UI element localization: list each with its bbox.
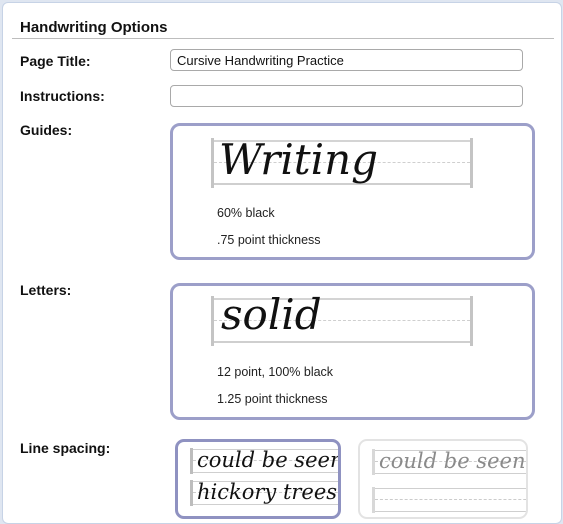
title-divider xyxy=(12,38,554,39)
instructions-label: Instructions: xyxy=(20,88,105,104)
line-spacing-sample-row: could be seen xyxy=(372,449,526,475)
letters-sample-word: solid xyxy=(221,290,322,339)
page-title-label: Page Title: xyxy=(20,53,91,69)
panel-title: Handwriting Options xyxy=(20,19,168,36)
handwriting-options-panel: Handwriting Options Page Title: Instruct… xyxy=(2,2,562,524)
letters-size-color-text: 12 point, 100% black xyxy=(217,365,334,379)
line-spacing-sample-line-1: could be seen xyxy=(197,448,341,472)
line-spacing-sample-row xyxy=(372,487,526,513)
guides-color-text: 60% black xyxy=(217,206,275,220)
letters-thickness-text: 1.25 point thickness xyxy=(217,392,328,406)
letters-label: Letters: xyxy=(20,282,72,298)
letters-option-card[interactable]: solid 12 point, 100% black 1.25 point th… xyxy=(170,283,535,420)
line-spacing-sample-row: could be seen xyxy=(190,448,341,474)
guides-option-card[interactable]: Writing 60% black .75 point thickness xyxy=(170,123,535,260)
line-spacing-sample-line-2: hickory trees xyxy=(197,480,338,504)
line-spacing-sample-row: hickory trees xyxy=(190,480,338,506)
line-spacing-option-wide[interactable]: could be seen xyxy=(358,439,528,519)
instructions-input[interactable] xyxy=(170,85,523,107)
line-spacing-wide-sample-line-1: could be seen xyxy=(379,449,526,473)
line-spacing-option-compact[interactable]: could be seen hickory trees xyxy=(175,439,341,519)
guides-sample-word: Writing xyxy=(219,135,379,184)
guides-thickness-text: .75 point thickness xyxy=(217,233,321,247)
page-title-input[interactable] xyxy=(170,49,523,71)
guides-label: Guides: xyxy=(20,122,73,138)
line-spacing-label: Line spacing: xyxy=(20,440,111,456)
